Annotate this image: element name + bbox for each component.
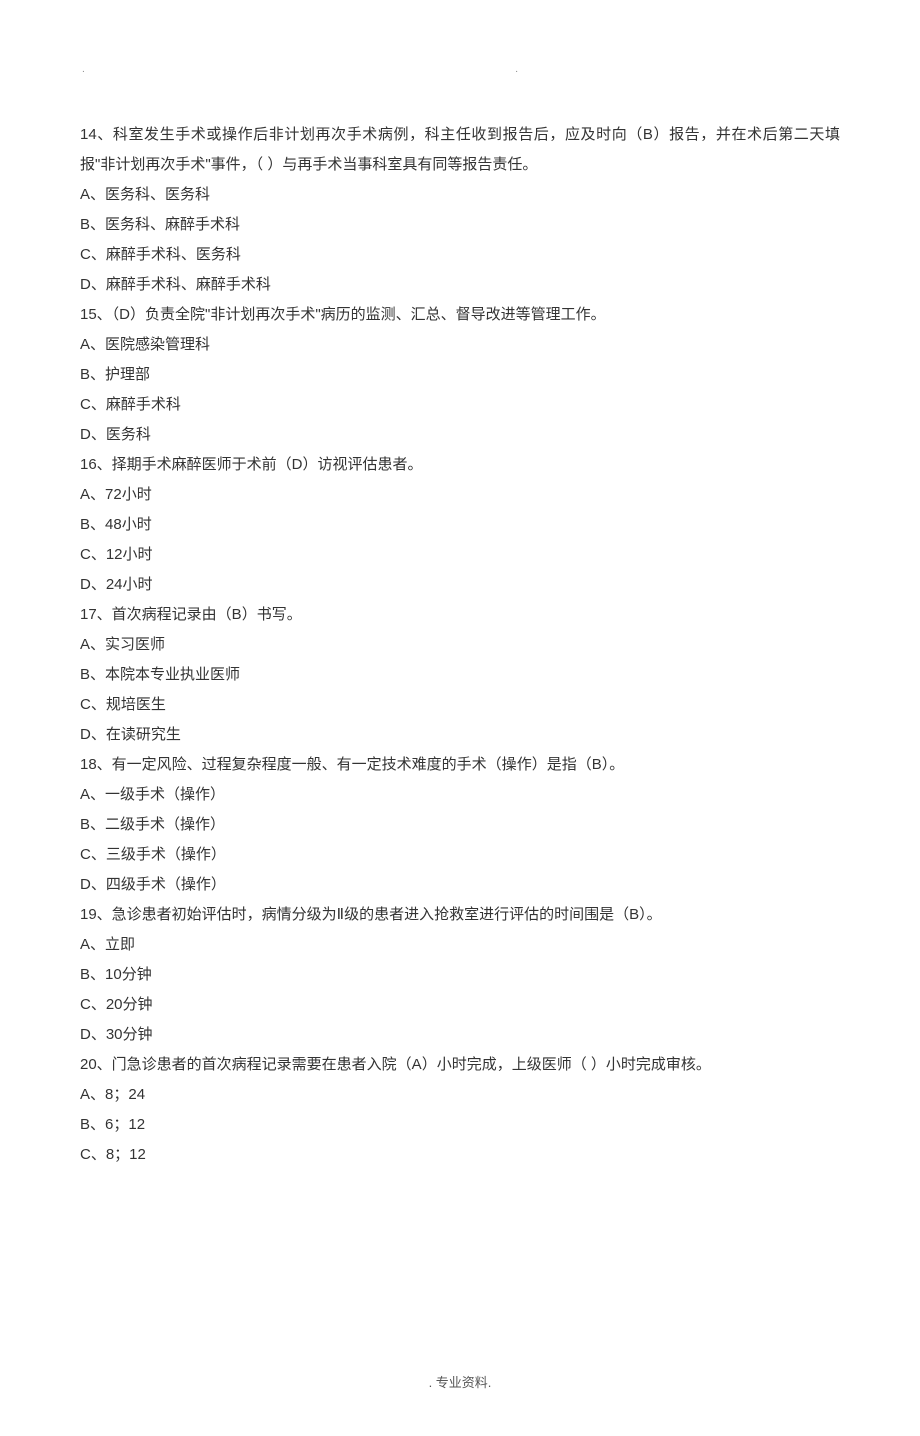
question-text: 17、首次病程记录由（B）书写。	[80, 600, 840, 630]
dot-right: .	[515, 60, 518, 80]
question-14: 14、科室发生手术或操作后非计划再次手术病例，科主任收到报告后，应及时向（B）报…	[80, 120, 840, 300]
option-b: B、6；12	[80, 1110, 840, 1140]
question-16: 16、择期手术麻醉医师于术前（D）访视评估患者。 A、72小时 B、48小时 C…	[80, 450, 840, 600]
option-c: C、20分钟	[80, 990, 840, 1020]
option-d: D、四级手术（操作）	[80, 870, 840, 900]
option-a: A、医务科、医务科	[80, 180, 840, 210]
option-a: A、一级手术（操作）	[80, 780, 840, 810]
question-18: 18、有一定风险、过程复杂程度一般、有一定技术难度的手术（操作）是指（B）。 A…	[80, 750, 840, 900]
option-d: D、24小时	[80, 570, 840, 600]
question-17: 17、首次病程记录由（B）书写。 A、实习医师 B、本院本专业执业医师 C、规培…	[80, 600, 840, 750]
option-d: D、麻醉手术科、麻醉手术科	[80, 270, 840, 300]
option-d: D、30分钟	[80, 1020, 840, 1050]
question-text: 16、择期手术麻醉医师于术前（D）访视评估患者。	[80, 450, 840, 480]
option-b: B、医务科、麻醉手术科	[80, 210, 840, 240]
question-text: 14、科室发生手术或操作后非计划再次手术病例，科主任收到报告后，应及时向（B）报…	[80, 120, 840, 180]
question-text: 20、门急诊患者的首次病程记录需要在患者入院（A）小时完成，上级医师（ ）小时完…	[80, 1050, 840, 1080]
question-19: 19、急诊患者初始评估时，病情分级为Ⅱ级的患者进入抢救室进行评估的时间围是（B）…	[80, 900, 840, 1050]
footer-text: . 专业资料.	[80, 1370, 840, 1396]
document-content: 14、科室发生手术或操作后非计划再次手术病例，科主任收到报告后，应及时向（B）报…	[80, 120, 840, 1170]
option-c: C、麻醉手术科、医务科	[80, 240, 840, 270]
question-20: 20、门急诊患者的首次病程记录需要在患者入院（A）小时完成，上级医师（ ）小时完…	[80, 1050, 840, 1170]
option-c: C、麻醉手术科	[80, 390, 840, 420]
question-15: 15、（D）负责全院"非计划再次手术"病历的监测、汇总、督导改进等管理工作。 A…	[80, 300, 840, 450]
question-text: 15、（D）负责全院"非计划再次手术"病历的监测、汇总、督导改进等管理工作。	[80, 300, 840, 330]
option-b: B、本院本专业执业医师	[80, 660, 840, 690]
option-a: A、医院感染管理科	[80, 330, 840, 360]
option-d: D、医务科	[80, 420, 840, 450]
dot-left: .	[82, 60, 85, 80]
option-b: B、48小时	[80, 510, 840, 540]
header-dots: . .	[80, 60, 520, 80]
option-b: B、二级手术（操作）	[80, 810, 840, 840]
option-d: D、在读研究生	[80, 720, 840, 750]
option-a: A、72小时	[80, 480, 840, 510]
option-c: C、12小时	[80, 540, 840, 570]
option-c: C、规培医生	[80, 690, 840, 720]
option-c: C、三级手术（操作）	[80, 840, 840, 870]
option-a: A、立即	[80, 930, 840, 960]
option-b: B、护理部	[80, 360, 840, 390]
option-c: C、8；12	[80, 1140, 840, 1170]
question-text: 18、有一定风险、过程复杂程度一般、有一定技术难度的手术（操作）是指（B）。	[80, 750, 840, 780]
option-b: B、10分钟	[80, 960, 840, 990]
option-a: A、实习医师	[80, 630, 840, 660]
question-text: 19、急诊患者初始评估时，病情分级为Ⅱ级的患者进入抢救室进行评估的时间围是（B）…	[80, 900, 840, 930]
option-a: A、8；24	[80, 1080, 840, 1110]
